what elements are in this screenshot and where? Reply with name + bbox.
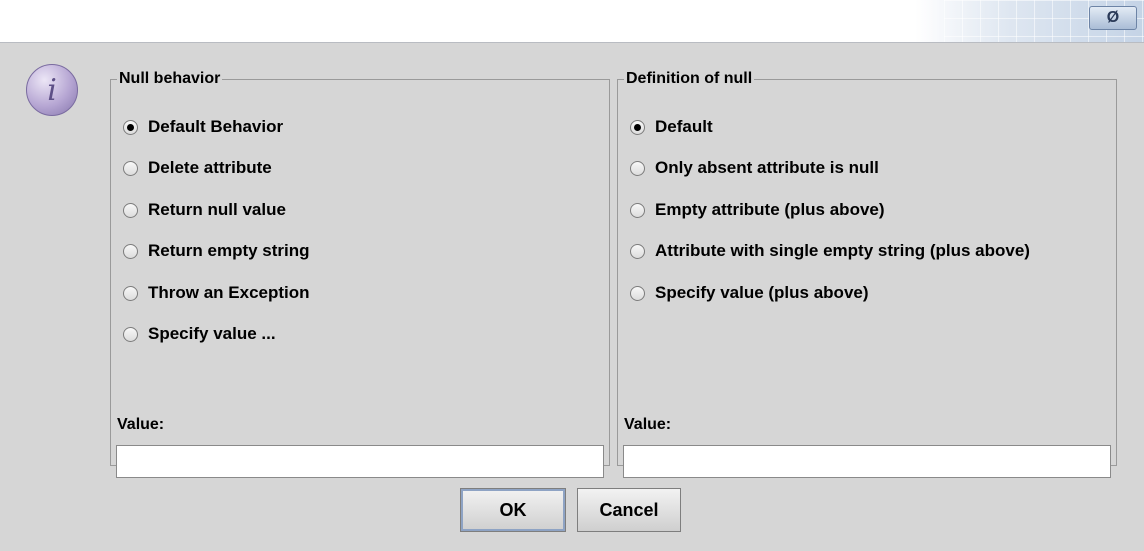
radio-label: Return null value	[148, 200, 286, 219]
radio-delete-attribute[interactable]: Delete attribute	[123, 156, 272, 180]
radio-label: Default	[655, 117, 713, 136]
null-definition-value-input[interactable]	[623, 445, 1111, 478]
radio-throw-exception[interactable]: Throw an Exception	[123, 281, 310, 305]
radio-label: Only absent attribute is null	[655, 158, 879, 177]
radio-button-icon[interactable]	[630, 243, 645, 259]
radio-default[interactable]: Default	[630, 115, 713, 139]
radio-return-null-value[interactable]: Return null value	[123, 198, 286, 222]
title-bar: Ø	[0, 0, 1144, 43]
radio-return-empty-string[interactable]: Return empty string	[123, 239, 310, 263]
radio-default-behavior[interactable]: Default Behavior	[123, 115, 283, 139]
null-definition-value-label: Value:	[624, 416, 672, 433]
radio-specify-value[interactable]: Specify value ...	[123, 322, 276, 346]
radio-button-icon[interactable]	[123, 202, 138, 218]
radio-button-icon[interactable]	[630, 160, 645, 176]
radio-specify-value-plus[interactable]: Specify value (plus above)	[630, 281, 869, 305]
radio-label: Specify value (plus above)	[655, 283, 869, 302]
radio-empty-attribute[interactable]: Empty attribute (plus above)	[630, 198, 885, 222]
radio-label: Empty attribute (plus above)	[655, 200, 885, 219]
ok-button[interactable]: OK	[460, 488, 566, 532]
radio-button-icon[interactable]	[630, 202, 645, 218]
window-control-button[interactable]: Ø	[1089, 6, 1137, 30]
radio-button-icon[interactable]	[123, 326, 138, 342]
radio-button-icon[interactable]	[123, 243, 138, 259]
null-behavior-value-input[interactable]	[116, 445, 604, 478]
radio-label: Throw an Exception	[148, 283, 310, 302]
null-definition-group: Definition of null Default Only absent a…	[617, 70, 1117, 478]
info-icon-glyph: i	[47, 72, 57, 108]
radio-button-icon[interactable]	[123, 285, 138, 301]
null-definition-legend: Definition of null	[626, 70, 753, 87]
info-icon: i	[26, 64, 78, 116]
radio-only-absent-attribute[interactable]: Only absent attribute is null	[630, 156, 879, 180]
radio-label: Specify value ...	[148, 324, 276, 343]
radio-label: Return empty string	[148, 241, 310, 260]
null-behavior-value-label: Value:	[117, 416, 165, 433]
radio-single-empty-string[interactable]: Attribute with single empty string (plus…	[630, 239, 1030, 263]
radio-button-icon[interactable]	[630, 119, 645, 135]
null-behavior-group: Null behavior Default Behavior Delete at…	[110, 70, 610, 478]
radio-label: Default Behavior	[148, 117, 284, 136]
cancel-button[interactable]: Cancel	[577, 488, 681, 532]
radio-button-icon[interactable]	[123, 160, 138, 176]
radio-label: Delete attribute	[148, 158, 272, 177]
radio-label: Attribute with single empty string (plus…	[655, 241, 1030, 260]
null-behavior-legend: Null behavior	[119, 70, 221, 87]
radio-button-icon[interactable]	[630, 285, 645, 301]
radio-button-icon[interactable]	[123, 119, 138, 135]
